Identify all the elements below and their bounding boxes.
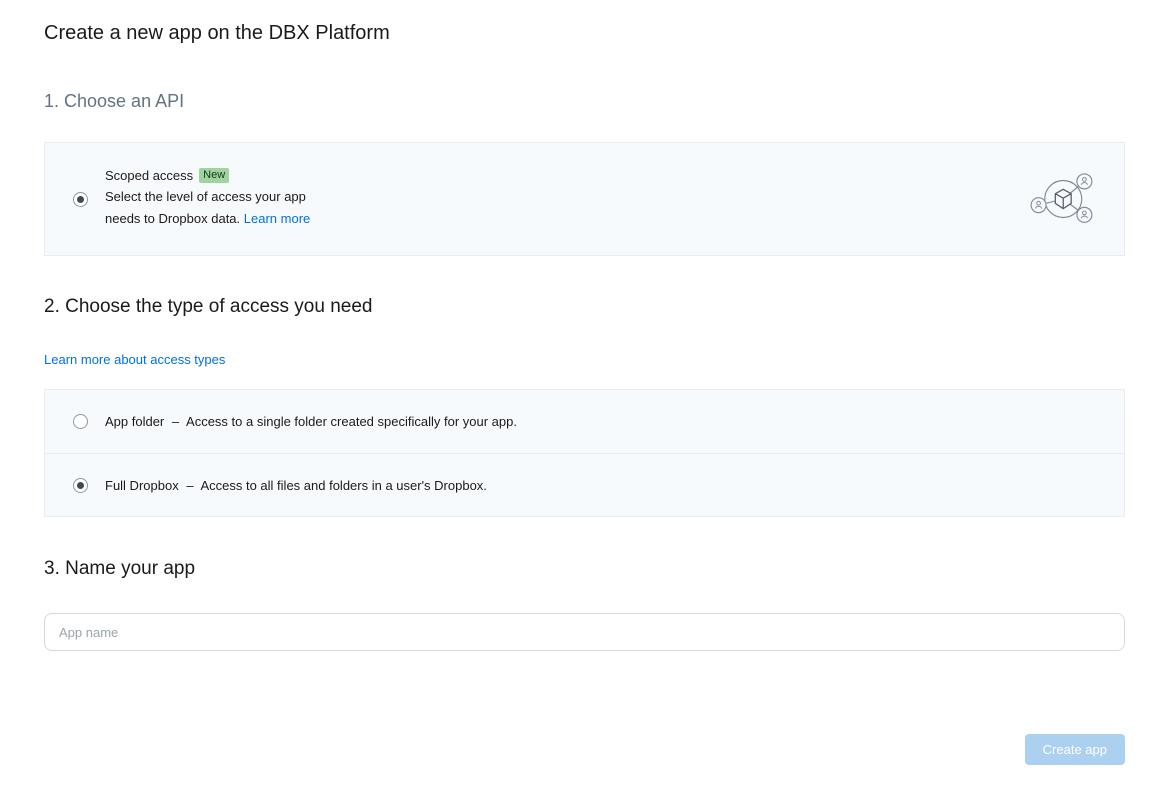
- create-app-button[interactable]: Create app: [1025, 734, 1125, 765]
- access-option-app-folder[interactable]: App folder – Access to a single folder c…: [45, 390, 1124, 453]
- scoped-access-icon: [1028, 168, 1102, 230]
- separator: –: [186, 478, 193, 493]
- scoped-access-illustration: [1028, 168, 1102, 230]
- scoped-access-radio[interactable]: [73, 192, 88, 207]
- access-types-link[interactable]: Learn more about access types: [44, 352, 225, 367]
- full-dropbox-radio[interactable]: [73, 478, 88, 493]
- app-folder-title: App folder: [105, 414, 164, 429]
- section-heading-name-app: 3. Name your app: [44, 558, 1125, 580]
- app-name-input[interactable]: [44, 613, 1125, 651]
- full-dropbox-description: Access to all files and folders in a use…: [200, 478, 486, 493]
- scoped-access-card: Scoped access New Select the level of ac…: [44, 142, 1125, 256]
- section-heading-access-type: 2. Choose the type of access you need: [44, 296, 1125, 318]
- page-container: Create a new app on the DBX Platform 1. …: [0, 0, 1157, 765]
- scoped-access-body: Scoped access New Select the level of ac…: [105, 168, 343, 230]
- full-dropbox-title: Full Dropbox: [105, 478, 179, 493]
- app-folder-description: Access to a single folder created specif…: [186, 414, 517, 429]
- cube-icon: [1055, 189, 1071, 208]
- footer-actions: Create app: [44, 734, 1125, 765]
- learn-more-link[interactable]: Learn more: [244, 211, 310, 226]
- app-folder-radio[interactable]: [73, 414, 88, 429]
- access-type-card: App folder – Access to a single folder c…: [44, 389, 1125, 517]
- page-title: Create a new app on the DBX Platform: [44, 0, 1125, 45]
- new-badge: New: [199, 168, 229, 183]
- separator: –: [172, 414, 179, 429]
- access-option-full-dropbox[interactable]: Full Dropbox – Access to all files and f…: [45, 453, 1124, 516]
- scoped-access-title: Scoped access: [105, 168, 193, 183]
- section-heading-choose-api: 1. Choose an API: [44, 91, 1125, 112]
